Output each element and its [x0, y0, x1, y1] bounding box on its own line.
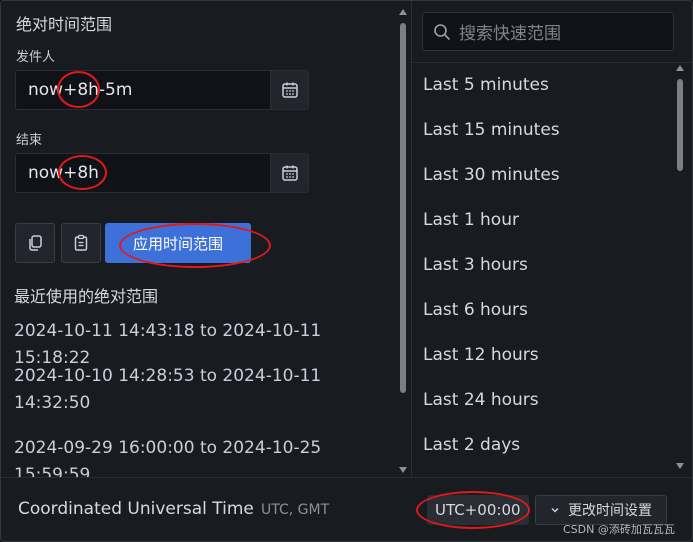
from-label: 发件人: [16, 50, 56, 65]
quick-range-item[interactable]: Last 12 hours: [423, 345, 539, 365]
calendar-icon: [281, 82, 298, 98]
to-label: 结束: [16, 133, 43, 148]
divider: [412, 62, 692, 63]
scroll-up-arrow-icon[interactable]: [399, 9, 407, 15]
watermark: CSDN @添砖加瓦瓦瓦: [563, 523, 675, 536]
annotation-ellipse: [416, 491, 530, 529]
quick-range-item[interactable]: Last 5 minutes: [423, 75, 549, 95]
timezone-name: Coordinated Universal Time: [18, 499, 254, 519]
to-calendar-button[interactable]: [270, 154, 308, 192]
from-calendar-button[interactable]: [270, 71, 308, 109]
annotation-ellipse: [119, 223, 271, 268]
timezone-footer: Coordinated Universal Time UTC, GMT UTC+…: [1, 477, 692, 541]
scroll-up-arrow-icon[interactable]: [676, 65, 684, 71]
clipboard-icon: [74, 234, 88, 251]
paste-range-button[interactable]: [61, 223, 101, 263]
timezone-abbr: UTC, GMT: [261, 502, 330, 518]
time-range-picker: 绝对时间范围 发件人 now+8h-5m 结束 now+8h 应用时间范围 最近…: [0, 0, 693, 542]
scroll-down-arrow-icon[interactable]: [399, 467, 407, 473]
left-scrollbar[interactable]: [397, 9, 409, 477]
recent-ranges-title: 最近使用的绝对范围: [14, 287, 159, 306]
quick-range-item[interactable]: Last 2 days: [423, 435, 520, 455]
recent-range-item[interactable]: 2024-10-10 14:28:53 to 2024-10-11 14:32:…: [14, 363, 394, 417]
to-input[interactable]: now+8h: [16, 154, 270, 192]
search-icon: [434, 23, 450, 40]
search-placeholder: 搜索快速范围: [459, 24, 561, 44]
recent-range-item[interactable]: 2024-09-29 16:00:00 to 2024-10-25 15:59:…: [14, 435, 394, 477]
quick-range-item[interactable]: Last 6 hours: [423, 300, 528, 320]
from-input[interactable]: now+8h-5m: [16, 71, 270, 109]
quick-range-item[interactable]: Last 3 hours: [423, 255, 528, 275]
section-title: 绝对时间范围: [16, 15, 113, 34]
scroll-down-arrow-icon[interactable]: [676, 463, 684, 469]
quick-range-item[interactable]: Last 15 minutes: [423, 120, 560, 140]
quick-ranges-section: 搜索快速范围 Last 5 minutes Last 15 minutes La…: [411, 1, 692, 477]
annotation-ellipse: [58, 155, 107, 190]
scrollbar-thumb[interactable]: [677, 79, 683, 171]
scrollbar-thumb[interactable]: [400, 23, 406, 393]
quick-range-search[interactable]: 搜索快速范围: [422, 12, 674, 51]
chevron-down-icon: [551, 507, 559, 513]
change-time-settings-label: 更改时间设置: [568, 503, 652, 519]
quick-range-item[interactable]: Last 24 hours: [423, 390, 539, 410]
copy-icon: [29, 235, 42, 251]
quick-range-item[interactable]: Last 1 hour: [423, 210, 519, 230]
right-scrollbar[interactable]: [674, 65, 686, 473]
copy-range-button[interactable]: [15, 223, 55, 263]
calendar-icon: [281, 165, 298, 181]
quick-range-item[interactable]: Last 30 minutes: [423, 165, 560, 185]
annotation-ellipse: [57, 71, 100, 108]
